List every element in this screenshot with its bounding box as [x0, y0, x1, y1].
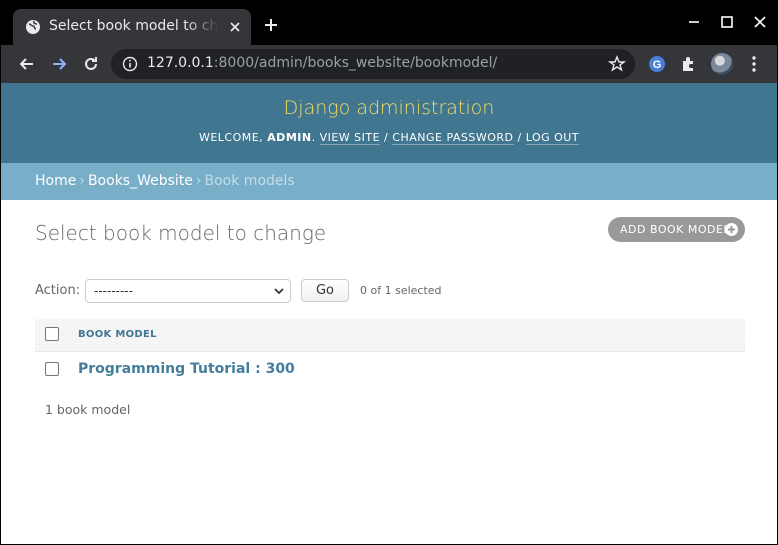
username: admin — [267, 131, 312, 144]
extensions-puzzle-icon[interactable] — [679, 54, 699, 74]
breadcrumb-separator: › — [195, 173, 202, 189]
close-icon[interactable] — [227, 19, 243, 35]
profile-avatar[interactable] — [711, 53, 733, 75]
svg-text:G: G — [653, 59, 662, 71]
star-icon[interactable] — [608, 55, 626, 73]
breadcrumb-app[interactable]: Books_Website — [88, 173, 193, 189]
tab-title: Select book model to change — [49, 18, 219, 34]
results-table: Book model Programming Tutorial : 300 — [35, 319, 745, 386]
info-icon[interactable] — [122, 56, 138, 72]
action-select[interactable]: --------- — [85, 279, 291, 303]
plus-icon — [725, 223, 738, 236]
row-checkbox[interactable] — [45, 362, 59, 376]
table-row: Programming Tutorial : 300 — [35, 352, 745, 386]
new-tab-icon[interactable] — [263, 17, 279, 33]
view-site-link[interactable]: View site — [319, 131, 381, 145]
action-select-value: --------- — [94, 284, 133, 298]
column-header-book-model[interactable]: Book model — [78, 329, 157, 340]
minimize-icon[interactable] — [687, 15, 701, 29]
action-label: Action: — [35, 283, 81, 298]
breadcrumb-current: Book models — [204, 173, 295, 189]
add-book-model-button[interactable]: Add book model — [608, 217, 745, 242]
paginator: 1 book model — [45, 402, 131, 417]
row-link[interactable]: Programming Tutorial : 300 — [78, 361, 295, 377]
log-out-link[interactable]: Log out — [525, 131, 580, 145]
tab-strip: Select book model to change — [1, 1, 777, 45]
menu-kebab-icon[interactable] — [744, 54, 764, 74]
welcome-text: Welcome, — [198, 131, 264, 144]
back-arrow-icon[interactable] — [17, 54, 37, 74]
select-all-checkbox[interactable] — [45, 327, 59, 341]
main-content: Select book model to change Add book mod… — [1, 200, 777, 544]
table-header: Book model — [35, 319, 745, 352]
browser-toolbar: 127.0.0.1:8000/admin/books_website/bookm… — [1, 45, 777, 83]
go-button[interactable]: Go — [301, 279, 349, 302]
admin-header: Django administration Welcome, admin. Vi… — [1, 83, 777, 163]
reload-icon[interactable] — [81, 54, 101, 74]
chevron-down-icon — [274, 288, 284, 295]
browser-tab[interactable]: Select book model to change — [13, 9, 251, 45]
browser-window: Select book model to change — [0, 0, 778, 545]
selected-counter: 0 of 1 selected — [360, 284, 442, 297]
google-extension-icon[interactable]: G — [647, 54, 667, 74]
page-title: Select book model to change — [35, 221, 327, 245]
add-button-label: Add book model — [620, 223, 731, 236]
forward-arrow-icon[interactable] — [49, 54, 69, 74]
breadcrumb-separator: › — [79, 173, 85, 189]
maximize-icon[interactable] — [720, 15, 734, 29]
window-close-icon[interactable] — [753, 15, 767, 29]
site-branding[interactable]: Django administration — [1, 97, 777, 119]
breadcrumb-home[interactable]: Home — [35, 173, 76, 189]
change-password-link[interactable]: Change password — [392, 131, 514, 145]
url-text: 127.0.0.1:8000/admin/books_website/bookm… — [147, 55, 498, 71]
globe-icon — [26, 20, 40, 34]
breadcrumb: Home › Books_Website › Book models — [1, 163, 777, 200]
user-tools: Welcome, admin. View site / Change passw… — [198, 131, 580, 145]
address-bar[interactable]: 127.0.0.1:8000/admin/books_website/bookm… — [111, 49, 635, 79]
